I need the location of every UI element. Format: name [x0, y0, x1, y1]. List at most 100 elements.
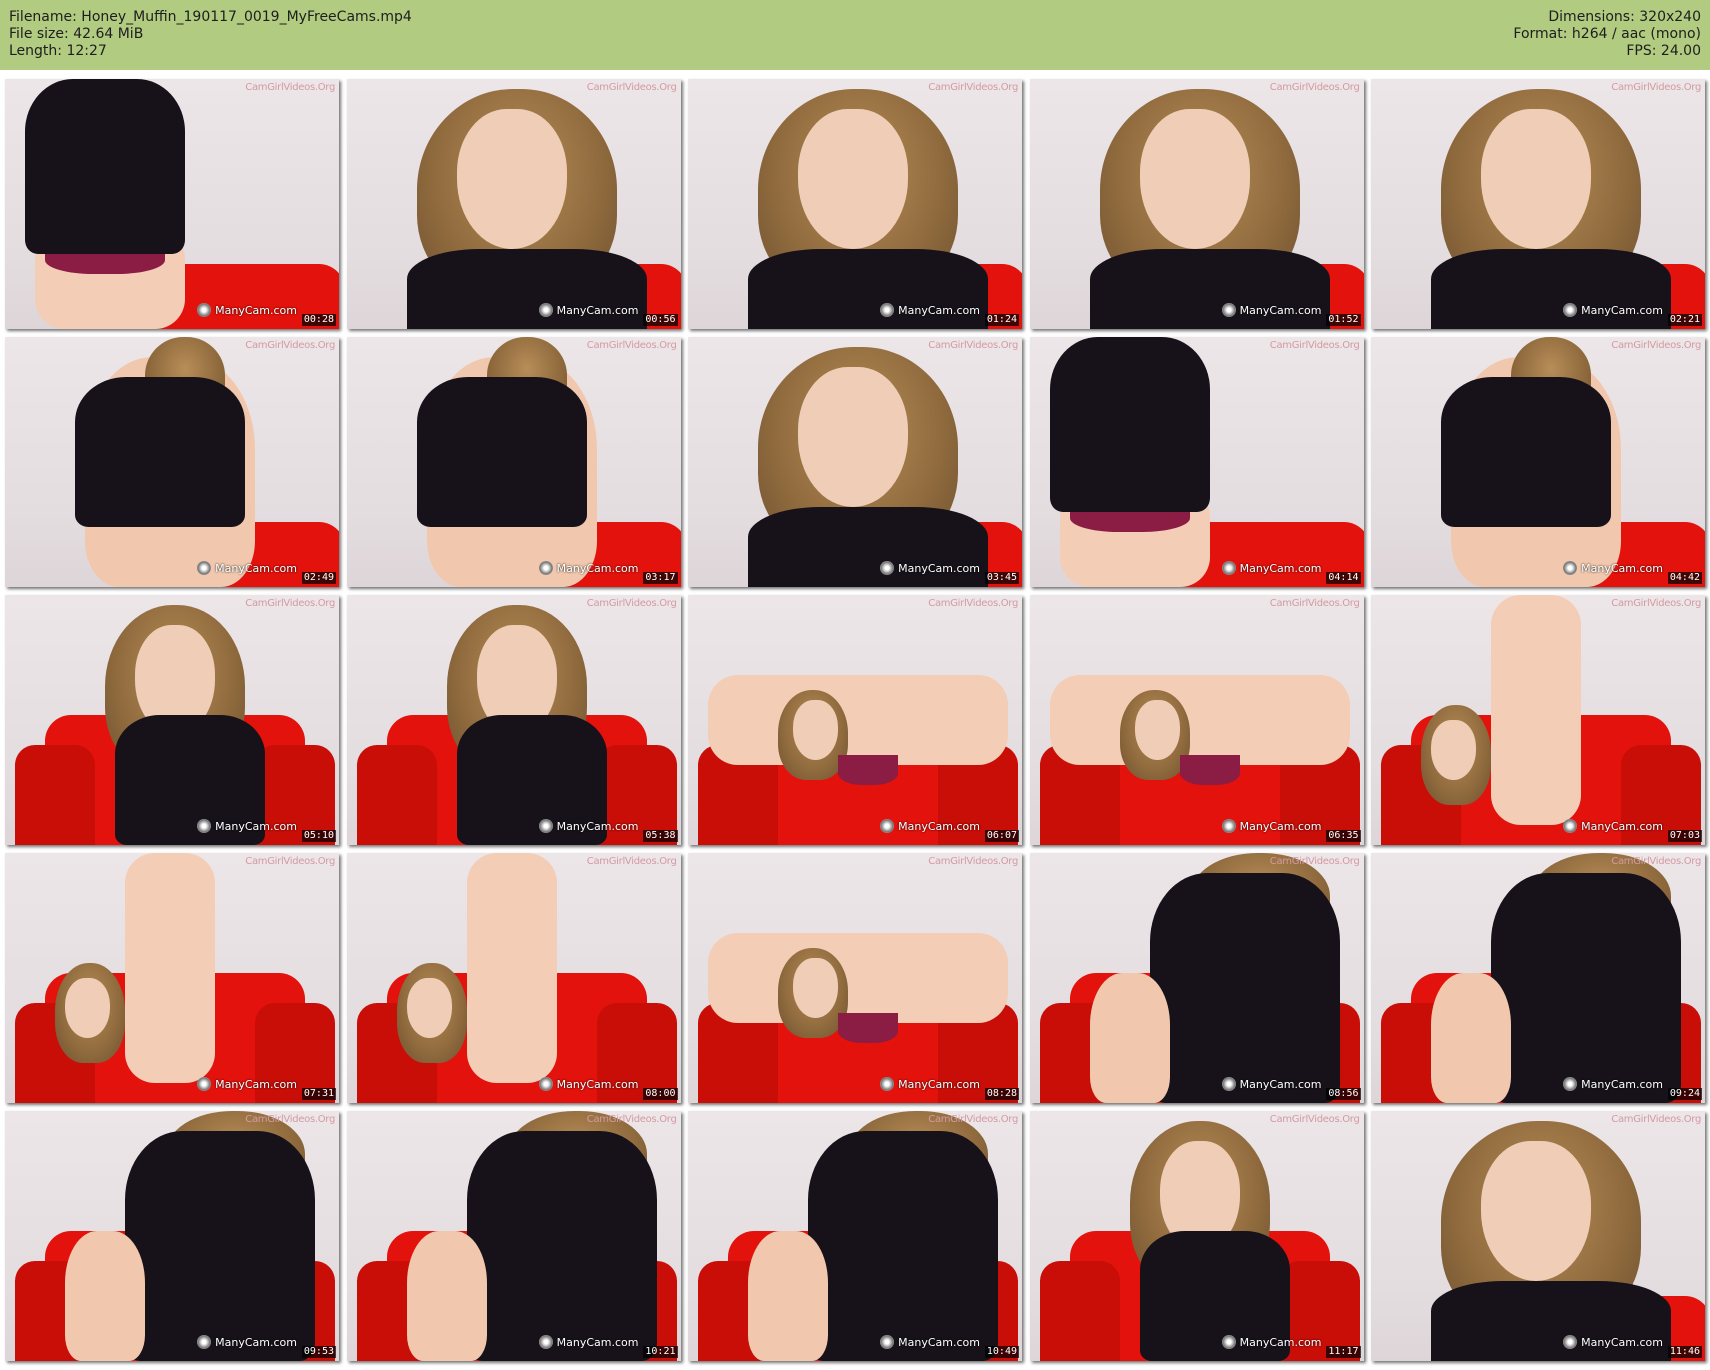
- timecode-label: 02:49: [301, 572, 336, 584]
- timecode-label: 09:24: [1667, 1088, 1702, 1100]
- video-thumbnail[interactable]: CamGirlVideos.Org ManyCam.com 04:42: [1371, 337, 1705, 587]
- video-thumbnail[interactable]: CamGirlVideos.Org ManyCam.com 00:28: [5, 79, 339, 329]
- video-thumbnail[interactable]: CamGirlVideos.Org ManyCam.com 01:52: [1029, 79, 1364, 329]
- watermark-top: CamGirlVideos.Org: [586, 340, 677, 351]
- watermark-bottom-text: ManyCam.com: [556, 819, 639, 833]
- video-thumbnail[interactable]: CamGirlVideos.Org ManyCam.com 04:14: [1029, 337, 1364, 587]
- fps-text: FPS: 24.00: [1626, 43, 1701, 59]
- watermark-bottom: ManyCam.com: [880, 561, 980, 575]
- video-thumbnail[interactable]: CamGirlVideos.Org ManyCam.com 01:24: [688, 79, 1022, 329]
- watermark-top: CamGirlVideos.Org: [928, 340, 1018, 351]
- watermark-bottom: ManyCam.com: [538, 1335, 639, 1349]
- watermark-bottom: ManyCam.com: [880, 1077, 980, 1091]
- watermark-bottom-text: ManyCam.com: [556, 1335, 639, 1349]
- arm: [748, 1231, 828, 1361]
- video-thumbnail[interactable]: CamGirlVideos.Org ManyCam.com 03:17: [346, 337, 681, 587]
- legs: [466, 853, 557, 1083]
- watermark-bottom-text: ManyCam.com: [556, 1077, 639, 1091]
- manycam-icon: [880, 819, 895, 833]
- video-thumbnail[interactable]: CamGirlVideos.Org ManyCam.com 07:31: [5, 853, 339, 1103]
- watermark-bottom-text: ManyCam.com: [1581, 819, 1663, 833]
- watermark-bottom-text: ManyCam.com: [215, 1335, 297, 1349]
- video-thumbnail[interactable]: CamGirlVideos.Org ManyCam.com 10:21: [346, 1111, 681, 1361]
- watermark-bottom: ManyCam.com: [197, 1335, 297, 1349]
- watermark-top: CamGirlVideos.Org: [1611, 856, 1701, 867]
- face: [1481, 1141, 1591, 1281]
- timecode-label: 03:45: [984, 572, 1019, 584]
- timecode-label: 04:42: [1667, 572, 1702, 584]
- manycam-icon: [538, 561, 553, 575]
- timecode-label: 00:56: [643, 314, 678, 326]
- dress: [1441, 377, 1611, 527]
- timecode-label: 10:49: [984, 1346, 1019, 1358]
- watermark-bottom-text: ManyCam.com: [898, 1077, 980, 1091]
- face: [65, 978, 110, 1038]
- video-thumbnail[interactable]: CamGirlVideos.Org ManyCam.com 02:49: [5, 337, 339, 587]
- arm: [1431, 973, 1511, 1103]
- video-thumbnail[interactable]: CamGirlVideos.Org ManyCam.com 11:17: [1029, 1111, 1364, 1361]
- video-thumbnail[interactable]: CamGirlVideos.Org ManyCam.com 07:03: [1371, 595, 1705, 845]
- timecode-label: 01:52: [1326, 314, 1361, 326]
- video-thumbnail[interactable]: CamGirlVideos.Org ManyCam.com 05:38: [346, 595, 681, 845]
- manycam-icon: [197, 1335, 212, 1349]
- legs: [708, 675, 1008, 765]
- dress: [748, 249, 988, 329]
- manycam-icon: [880, 1335, 895, 1349]
- watermark-bottom: ManyCam.com: [880, 1335, 980, 1349]
- watermark-top: CamGirlVideos.Org: [1611, 1114, 1701, 1125]
- length-text: Length: 12:27: [9, 43, 107, 59]
- dress: [1149, 873, 1340, 1103]
- watermark-bottom: ManyCam.com: [1563, 561, 1663, 575]
- video-thumbnail[interactable]: CamGirlVideos.Org ManyCam.com 08:28: [688, 853, 1022, 1103]
- watermark-bottom-text: ManyCam.com: [1239, 1335, 1322, 1349]
- timecode-label: 04:14: [1326, 572, 1361, 584]
- watermark-bottom-text: ManyCam.com: [1581, 1077, 1663, 1091]
- dress: [1089, 249, 1330, 329]
- watermark-bottom: ManyCam.com: [880, 303, 980, 317]
- watermark-top: CamGirlVideos.Org: [245, 598, 335, 609]
- dress: [75, 377, 245, 527]
- watermark-bottom: ManyCam.com: [1221, 819, 1322, 833]
- timecode-label: 06:35: [1326, 830, 1361, 842]
- watermark-bottom: ManyCam.com: [1221, 1335, 1322, 1349]
- video-thumbnail[interactable]: CamGirlVideos.Org ManyCam.com 00:56: [346, 79, 681, 329]
- underwear: [838, 1013, 898, 1043]
- video-thumbnail[interactable]: CamGirlVideos.Org ManyCam.com 08:56: [1029, 853, 1364, 1103]
- manycam-icon: [538, 819, 553, 833]
- timecode-label: 08:00: [643, 1088, 678, 1100]
- video-thumbnail[interactable]: CamGirlVideos.Org ManyCam.com 02:21: [1371, 79, 1705, 329]
- video-thumbnail[interactable]: CamGirlVideos.Org ManyCam.com 06:07: [688, 595, 1022, 845]
- face: [1139, 109, 1250, 249]
- video-thumbnail[interactable]: CamGirlVideos.Org ManyCam.com 10:49: [688, 1111, 1022, 1361]
- watermark-bottom: ManyCam.com: [1563, 1077, 1663, 1091]
- watermark-bottom: ManyCam.com: [538, 303, 639, 317]
- manycam-icon: [197, 303, 212, 317]
- video-thumbnail[interactable]: CamGirlVideos.Org ManyCam.com 09:24: [1371, 853, 1705, 1103]
- format-text: Format: h264 / aac (mono): [1513, 26, 1701, 42]
- watermark-bottom: ManyCam.com: [538, 819, 639, 833]
- manycam-icon: [880, 561, 895, 575]
- face: [1431, 720, 1476, 780]
- dress: [1491, 873, 1681, 1103]
- video-thumbnail[interactable]: CamGirlVideos.Org ManyCam.com 11:46: [1371, 1111, 1705, 1361]
- watermark-top: CamGirlVideos.Org: [586, 856, 677, 867]
- watermark-top: CamGirlVideos.Org: [928, 856, 1018, 867]
- video-thumbnail[interactable]: CamGirlVideos.Org ManyCam.com 08:00: [346, 853, 681, 1103]
- dress: [125, 1131, 315, 1361]
- watermark-bottom-text: ManyCam.com: [898, 303, 980, 317]
- dress: [748, 507, 988, 587]
- watermark-top: CamGirlVideos.Org: [1269, 598, 1360, 609]
- watermark-top: CamGirlVideos.Org: [245, 340, 335, 351]
- watermark-bottom: ManyCam.com: [1563, 819, 1663, 833]
- chair-arm-left: [15, 745, 95, 845]
- manycam-icon: [1221, 1077, 1236, 1091]
- video-thumbnail[interactable]: CamGirlVideos.Org ManyCam.com 06:35: [1029, 595, 1364, 845]
- underwear: [1179, 755, 1240, 785]
- video-thumbnail[interactable]: CamGirlVideos.Org ManyCam.com 05:10: [5, 595, 339, 845]
- info-left: Filename: Honey_Muffin_190117_0019_MyFre…: [9, 9, 412, 60]
- video-thumbnail[interactable]: CamGirlVideos.Org ManyCam.com 09:53: [5, 1111, 339, 1361]
- watermark-bottom: ManyCam.com: [1563, 1335, 1663, 1349]
- timecode-label: 08:28: [984, 1088, 1019, 1100]
- face: [1134, 700, 1180, 760]
- video-thumbnail[interactable]: CamGirlVideos.Org ManyCam.com 03:45: [688, 337, 1022, 587]
